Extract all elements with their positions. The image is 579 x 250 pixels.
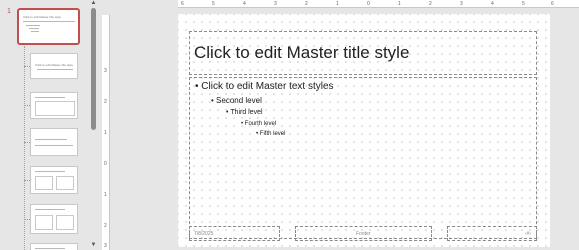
slide-thumbnail-panel[interactable]: 1 Click to edit Master title style Click… bbox=[0, 0, 88, 250]
date-text: 7/8/2025 bbox=[194, 231, 214, 237]
body-placeholder[interactable]: • Click to edit Master text styles • Sec… bbox=[189, 77, 537, 239]
slide-number-text: ‹#› bbox=[525, 231, 532, 237]
title-text: Click to edit Master title style bbox=[194, 43, 410, 62]
layout-thumbnail-title[interactable]: Click to edit Master title style bbox=[30, 53, 78, 79]
footer-text: Footer bbox=[356, 231, 371, 237]
scroll-up-arrow-icon[interactable]: ▲ bbox=[90, 0, 97, 7]
level-5-text: • Fifth level bbox=[256, 131, 286, 137]
level-4-text: • Fourth level bbox=[241, 121, 277, 127]
scrollbar-thumb[interactable] bbox=[91, 8, 96, 130]
layout-thumbnail-two-content[interactable] bbox=[30, 166, 78, 194]
layout-thumbnail-title-only[interactable] bbox=[30, 243, 78, 250]
vertical-ruler[interactable]: 3 2 1 0 1 2 3 bbox=[102, 15, 110, 250]
slide-master-canvas[interactable]: Click to edit Master title style • Click… bbox=[178, 14, 550, 247]
master-slide-thumbnail[interactable]: Click to edit Master title style bbox=[17, 8, 80, 45]
scroll-down-arrow-icon[interactable]: ▼ bbox=[90, 242, 97, 249]
level-3-text: • Third level bbox=[226, 109, 263, 116]
slide-number-placeholder[interactable]: ‹#› bbox=[447, 226, 537, 241]
slide-number-label: 1 bbox=[7, 8, 11, 15]
level-2-text: • Second level bbox=[211, 96, 262, 105]
layout-thumbnail-section-header[interactable] bbox=[30, 128, 78, 156]
level-1-text: • Click to edit Master text styles bbox=[195, 81, 334, 92]
footer-placeholder[interactable]: Footer bbox=[295, 226, 432, 241]
thumbnail-title: Click to edit Master title style bbox=[23, 15, 62, 19]
layout-thumbnail-comparison[interactable] bbox=[30, 204, 78, 234]
horizontal-ruler[interactable]: 6 5 4 3 2 1 0 1 2 3 4 5 6 bbox=[178, 0, 579, 8]
date-placeholder[interactable]: 7/8/2025 bbox=[189, 226, 280, 241]
layout-thumbnail-content[interactable] bbox=[30, 92, 78, 119]
thumbnail-scrollbar[interactable]: ▲ ▼ bbox=[88, 0, 99, 250]
title-placeholder[interactable]: Click to edit Master title style bbox=[189, 31, 537, 75]
